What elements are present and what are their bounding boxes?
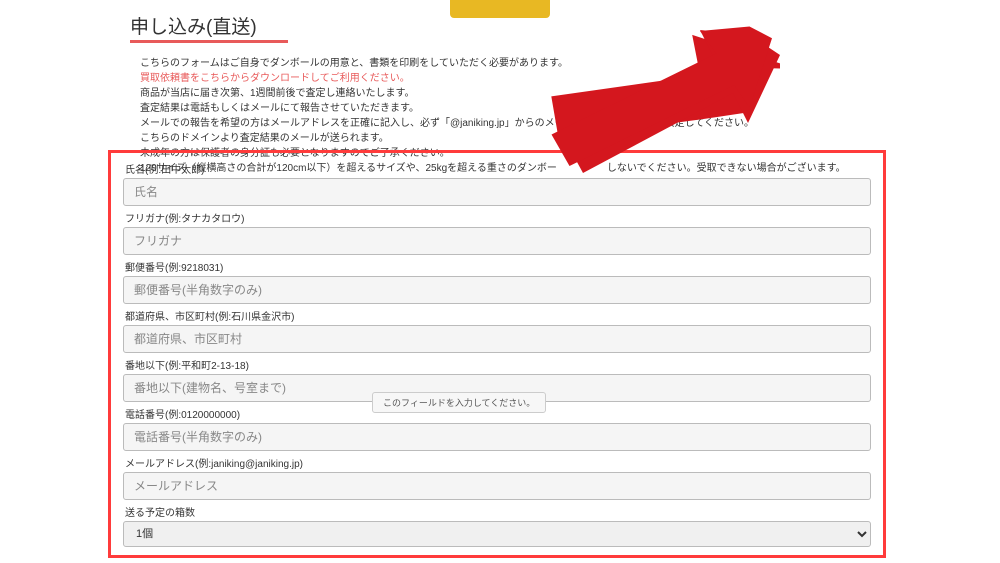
red-arrow-icon — [520, 22, 780, 182]
furigana-input[interactable] — [123, 227, 871, 255]
phone-input[interactable] — [123, 423, 871, 451]
boxes-label: 送る予定の箱数 — [125, 504, 871, 519]
email-label: メールアドレス(例:janiking@janiking.jp) — [125, 455, 871, 470]
address-label: 番地以下(例:平和町2-13-18) — [125, 357, 871, 372]
form-group-email: メールアドレス(例:janiking@janiking.jp) — [123, 455, 871, 500]
application-form: 氏名(例:田中太郎) フリガナ(例:タナカタロウ) 郵便番号(例:9218031… — [108, 150, 886, 558]
prefecture-label: 都道府県、市区町村(例:石川県金沢市) — [125, 308, 871, 323]
form-group-boxes: 送る予定の箱数 1個 — [123, 504, 871, 547]
form-group-prefecture: 都道府県、市区町村(例:石川県金沢市) — [123, 308, 871, 353]
email-input[interactable] — [123, 472, 871, 500]
form-group-postal: 郵便番号(例:9218031) — [123, 259, 871, 304]
furigana-label: フリガナ(例:タナカタロウ) — [125, 210, 871, 225]
postal-input[interactable] — [123, 276, 871, 304]
top-yellow-button[interactable] — [450, 0, 550, 18]
form-group-furigana: フリガナ(例:タナカタロウ) — [123, 210, 871, 255]
title-underline — [130, 40, 288, 43]
postal-label: 郵便番号(例:9218031) — [125, 259, 871, 274]
boxes-select[interactable]: 1個 — [123, 521, 871, 547]
prefecture-input[interactable] — [123, 325, 871, 353]
validation-tooltip: このフィールドを入力してください。 — [372, 392, 546, 413]
name-input[interactable] — [123, 178, 871, 206]
